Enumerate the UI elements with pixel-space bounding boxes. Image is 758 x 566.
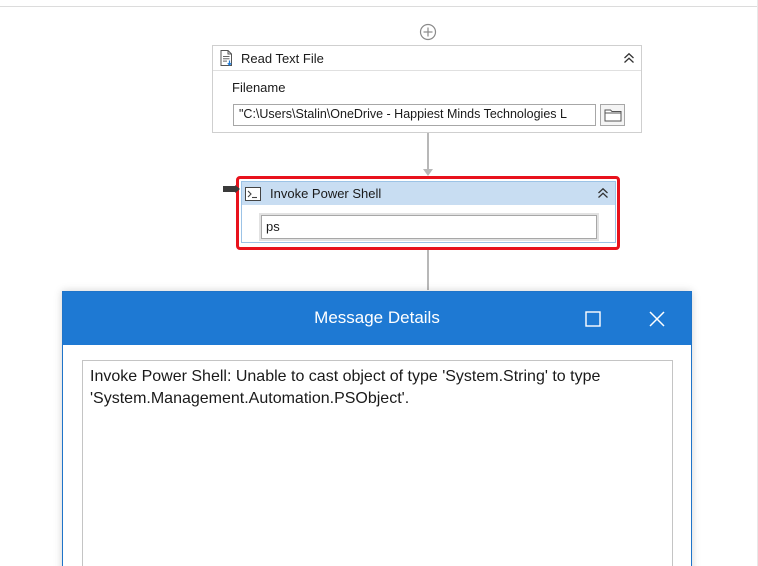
connector-arrow-1: [423, 169, 433, 176]
browse-folder-button[interactable]: [600, 104, 625, 126]
workflow-designer-canvas: Read Text File Filename "C:\Users\Stalin…: [0, 0, 758, 566]
connector-line-1: [427, 133, 429, 169]
read-text-file-activity[interactable]: Read Text File Filename "C:\Users\Stalin…: [212, 45, 642, 133]
invoke-power-shell-activity[interactable]: Invoke Power Shell ps: [241, 181, 616, 243]
double-chevron-up-icon[interactable]: [595, 185, 611, 201]
command-text-input[interactable]: ps: [259, 213, 599, 241]
close-icon[interactable]: [646, 308, 668, 330]
filename-label: Filename: [232, 80, 286, 95]
filename-input[interactable]: "C:\Users\Stalin\OneDrive - Happiest Min…: [233, 104, 596, 126]
folder-icon: [604, 109, 621, 122]
maximize-icon[interactable]: [582, 308, 604, 330]
plus-circle-icon[interactable]: [419, 23, 437, 41]
invoke-power-shell-header[interactable]: Invoke Power Shell: [242, 182, 615, 205]
read-text-file-title: Read Text File: [241, 50, 324, 66]
designer-top-edge: [0, 0, 758, 7]
document-icon: [220, 50, 232, 66]
connector-line-2: [427, 250, 429, 290]
message-text-area[interactable]: Invoke Power Shell: Unable to cast objec…: [82, 360, 673, 566]
read-text-file-header[interactable]: Read Text File: [213, 46, 641, 71]
invoke-power-shell-title: Invoke Power Shell: [270, 186, 382, 201]
terminal-icon: [245, 186, 261, 201]
message-details-dialog: Message Details Invoke Power Shell: Unab…: [62, 291, 692, 566]
double-chevron-up-icon[interactable]: [621, 50, 637, 66]
breakpoint-marker-icon: [223, 185, 240, 193]
dialog-titlebar[interactable]: Message Details: [63, 292, 691, 345]
